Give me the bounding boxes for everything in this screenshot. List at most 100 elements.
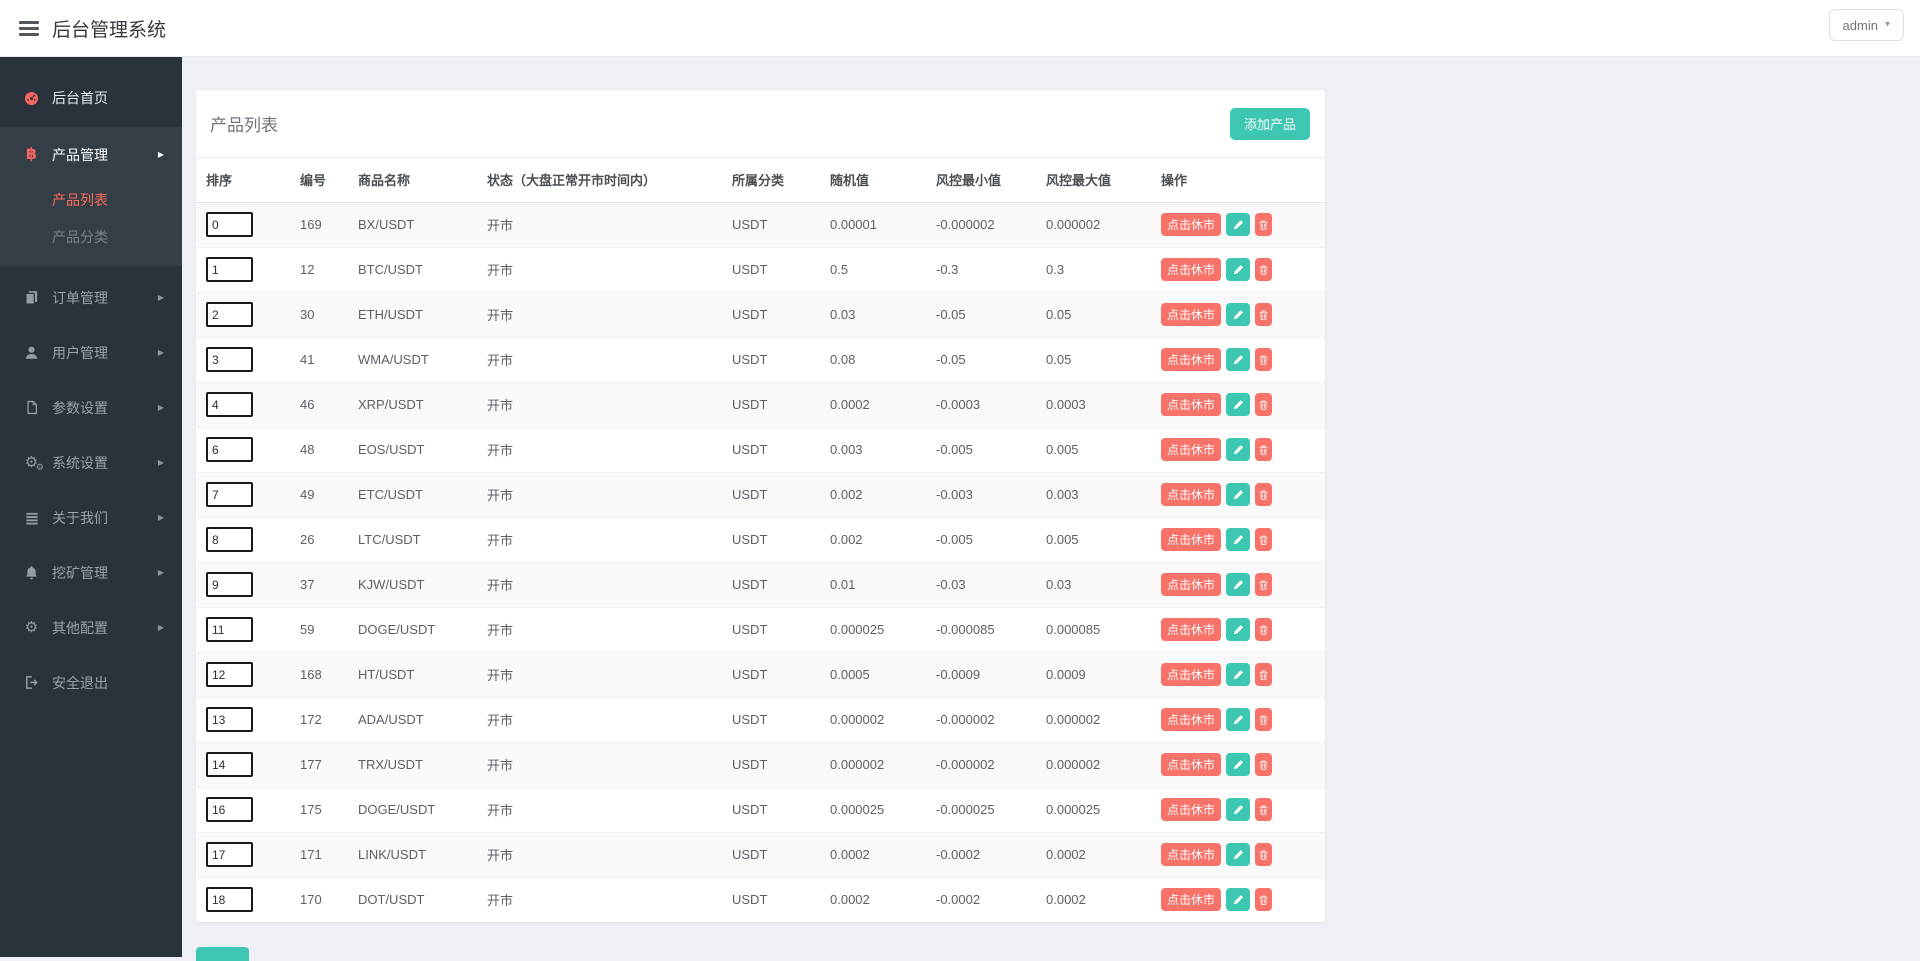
delete-button[interactable] [1255, 708, 1273, 731]
sort-input[interactable] [206, 572, 253, 597]
edit-button[interactable] [1226, 843, 1251, 866]
cell-random: 0.08 [820, 336, 926, 382]
sort-input[interactable] [206, 482, 253, 507]
toggle-market-button[interactable]: 点击休市 [1161, 618, 1222, 641]
delete-button[interactable] [1255, 888, 1273, 912]
delete-button[interactable] [1255, 438, 1273, 461]
sidebar-item-orders[interactable]: 订单管理 ▶ [0, 270, 182, 325]
list-bars-icon [22, 511, 41, 525]
edit-button[interactable] [1226, 573, 1251, 596]
toggle-market-button[interactable]: 点击休市 [1161, 843, 1222, 866]
edit-button[interactable] [1226, 483, 1251, 506]
sidebar-item-products[interactable]: ฿ 产品管理 ▶ [0, 127, 182, 182]
pagination-button-partial[interactable] [196, 947, 249, 961]
toggle-market-button[interactable]: 点击休市 [1161, 573, 1222, 596]
toggle-market-button[interactable]: 点击休市 [1161, 438, 1222, 461]
delete-button[interactable] [1255, 348, 1273, 371]
edit-button[interactable] [1226, 393, 1251, 416]
toggle-market-button[interactable]: 点击休市 [1161, 213, 1222, 236]
delete-button[interactable] [1255, 393, 1273, 416]
delete-button[interactable] [1255, 753, 1273, 776]
cell-risk-max: 0.0003 [1036, 381, 1151, 427]
edit-button[interactable] [1226, 753, 1251, 776]
sidebar-item-logout[interactable]: 安全退出 [0, 655, 182, 710]
trash-icon [1258, 219, 1269, 231]
sidebar-item-mining[interactable]: 挖矿管理 ▶ [0, 545, 182, 600]
sort-input[interactable] [206, 257, 253, 282]
cell-id: 59 [290, 606, 348, 652]
sort-input[interactable] [206, 707, 253, 732]
sort-input[interactable] [206, 842, 253, 867]
sidebar-item-system-settings[interactable]: ⚙ ⚙ 系统设置 ▶ [0, 435, 182, 490]
cell-name: HT/USDT [348, 651, 477, 697]
edit-button[interactable] [1226, 213, 1251, 236]
edit-button[interactable] [1226, 708, 1251, 731]
cell-random: 0.002 [820, 471, 926, 517]
delete-button[interactable] [1255, 663, 1273, 686]
sort-input[interactable] [206, 662, 253, 687]
user-menu-button[interactable]: admin ▾ [1828, 9, 1904, 41]
toggle-market-button[interactable]: 点击休市 [1161, 753, 1222, 776]
toggle-market-button[interactable]: 点击休市 [1161, 483, 1222, 506]
column-header: 所属分类 [722, 158, 820, 203]
sidebar-item-users[interactable]: 用户管理 ▶ [0, 325, 182, 380]
cell-status: 开市 [487, 218, 514, 233]
toggle-market-button[interactable]: 点击休市 [1161, 798, 1222, 821]
sort-input[interactable] [206, 392, 253, 417]
add-product-button[interactable]: 添加产品 [1229, 107, 1310, 140]
cell-id: 30 [290, 291, 348, 337]
sort-input[interactable] [206, 797, 253, 822]
cell-random: 0.0002 [820, 831, 926, 877]
toggle-market-button[interactable]: 点击休市 [1161, 348, 1222, 371]
sidebar-item-about-us[interactable]: 关于我们 ▶ [0, 490, 182, 545]
toggle-market-button[interactable]: 点击休市 [1161, 888, 1222, 912]
toggle-market-button[interactable]: 点击休市 [1161, 663, 1222, 686]
pencil-icon [1232, 578, 1245, 591]
delete-button[interactable] [1255, 843, 1273, 866]
edit-button[interactable] [1226, 663, 1251, 686]
cell-category: USDT [722, 561, 820, 607]
edit-button[interactable] [1226, 798, 1251, 821]
delete-button[interactable] [1255, 528, 1273, 551]
toggle-market-button[interactable]: 点击休市 [1161, 258, 1222, 281]
edit-button[interactable] [1226, 348, 1251, 371]
toggle-market-button[interactable]: 点击休市 [1161, 528, 1222, 551]
hamburger-menu-icon[interactable] [19, 20, 39, 36]
edit-button[interactable] [1226, 528, 1251, 551]
toggle-market-button[interactable]: 点击休市 [1161, 303, 1222, 326]
edit-button[interactable] [1226, 438, 1251, 461]
cell-category: USDT [722, 651, 820, 697]
product-list-card: 产品列表 添加产品 排序 编号 商品名称 状态（大盘正常开市时间内） 所属分类 随机值 风控… [196, 90, 1325, 922]
delete-button[interactable] [1255, 618, 1273, 641]
toggle-market-button[interactable]: 点击休市 [1161, 393, 1222, 416]
sort-input[interactable] [206, 347, 253, 372]
delete-button[interactable] [1255, 303, 1273, 326]
sort-input[interactable] [206, 437, 253, 462]
cell-risk-max: 0.003 [1036, 471, 1151, 517]
toggle-market-button[interactable]: 点击休市 [1161, 708, 1222, 731]
sort-input[interactable] [206, 752, 253, 777]
edit-button[interactable] [1226, 888, 1251, 912]
sort-input[interactable] [206, 527, 253, 552]
sidebar-item-product-list[interactable]: 产品列表 [0, 182, 182, 219]
delete-button[interactable] [1255, 483, 1273, 506]
delete-button[interactable] [1255, 258, 1273, 281]
sort-input[interactable] [206, 212, 253, 237]
delete-button[interactable] [1255, 213, 1273, 236]
column-header: 随机值 [820, 158, 926, 203]
cell-risk-max: 0.0009 [1036, 651, 1151, 697]
edit-button[interactable] [1226, 618, 1251, 641]
sort-input[interactable] [206, 887, 253, 913]
sort-input[interactable] [206, 302, 253, 327]
delete-button[interactable] [1255, 573, 1273, 596]
cell-id: 168 [290, 651, 348, 697]
sidebar-item-dashboard[interactable]: 后台首页 [0, 73, 182, 123]
sort-input[interactable] [206, 617, 253, 642]
edit-button[interactable] [1226, 303, 1251, 326]
sidebar-item-other-config[interactable]: ⚙ 其他配置 ▶ [0, 600, 182, 655]
edit-button[interactable] [1226, 258, 1251, 281]
sidebar-item-product-category[interactable]: 产品分类 [0, 219, 182, 256]
cell-risk-max: 0.005 [1036, 426, 1151, 472]
delete-button[interactable] [1255, 798, 1273, 821]
sidebar-item-parameters[interactable]: 参数设置 ▶ [0, 380, 182, 435]
